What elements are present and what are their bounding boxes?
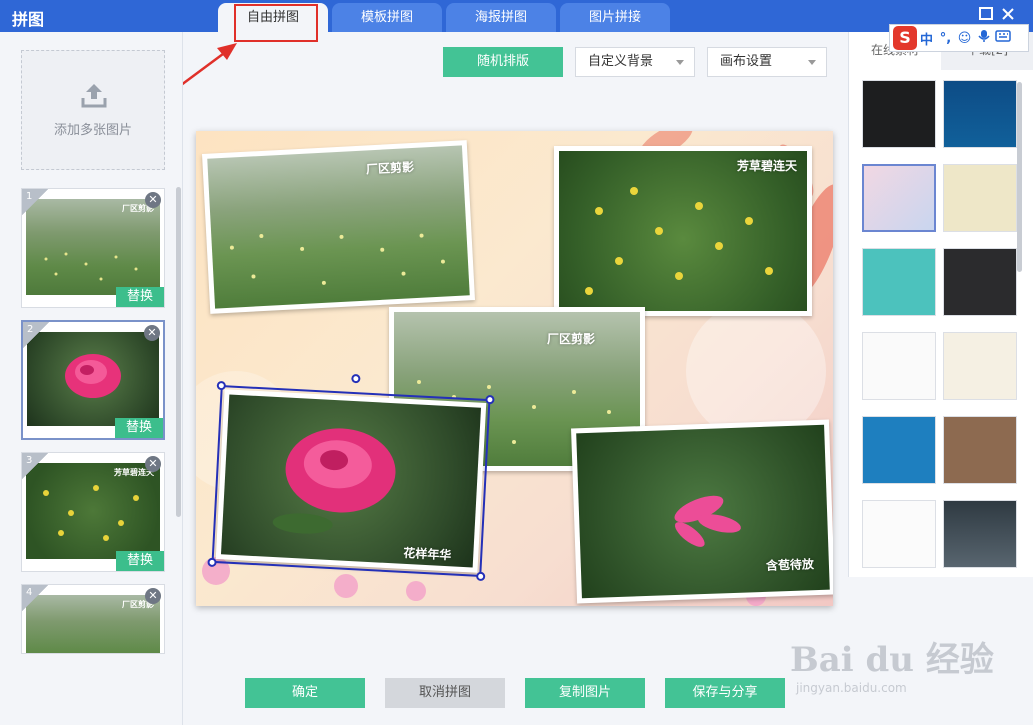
template-thumb[interactable]	[862, 164, 936, 232]
smiley-icon[interactable]: ☺	[955, 31, 974, 46]
thumb-number: 2	[23, 322, 49, 348]
tab-image-stitch[interactable]: 图片拼接	[560, 3, 670, 32]
sogou-logo-icon: S	[893, 26, 917, 50]
close-icon[interactable]: ✕	[144, 325, 160, 341]
right-scrollbar[interactable]	[1017, 82, 1022, 272]
collage-photo-4[interactable]: 花样年华	[207, 373, 495, 582]
save-share-button[interactable]: 保存与分享	[665, 678, 785, 708]
watermark-url: jingyan.baidu.com	[796, 681, 907, 695]
add-images-button[interactable]: 添加多张图片	[21, 50, 165, 170]
mode-tabs: 自由拼图 模板拼图 海报拼图 图片拼接	[218, 3, 674, 32]
resize-handle[interactable]	[216, 380, 227, 391]
close-icon[interactable]: ✕	[145, 456, 161, 472]
thumb-number: 4	[22, 585, 48, 611]
left-scrollbar[interactable]	[176, 187, 181, 517]
input-method-bar[interactable]: S 中 °, ☺	[889, 24, 1029, 52]
app-title: 拼图	[12, 10, 45, 29]
replace-button[interactable]: 替换	[116, 551, 164, 571]
baidu-watermark: Bai du 经验 jingyan.baidu.com	[790, 632, 994, 695]
image-thumb-3[interactable]: 3 芳草碧连天 ✕ 替换	[21, 452, 165, 572]
photo-image: 含苞待放	[576, 424, 830, 599]
template-thumb[interactable]	[862, 500, 936, 568]
photo-caption: 厂区剪影	[547, 332, 596, 346]
template-thumb[interactable]	[862, 80, 936, 148]
microphone-icon[interactable]	[974, 29, 993, 47]
collage-photo-5[interactable]: 含苞待放	[571, 419, 833, 604]
minimize-icon[interactable]	[975, 6, 997, 26]
close-icon[interactable]: ✕	[145, 588, 161, 604]
tab-free-collage[interactable]: 自由拼图	[218, 3, 328, 32]
collage-canvas[interactable]: 厂区剪影 芳草碧连天 厂区剪影 含苞待放 花样年华	[196, 131, 833, 606]
template-thumb[interactable]	[943, 500, 1017, 568]
template-thumb[interactable]	[943, 416, 1017, 484]
keyboard-icon[interactable]	[993, 30, 1012, 46]
add-images-label: 添加多张图片	[53, 123, 132, 138]
selection-frame[interactable]	[207, 373, 495, 582]
canvas-settings-dropdown[interactable]: 画布设置	[707, 47, 827, 77]
image-thumb-1[interactable]: 1 厂区剪影 ✕ 替换	[21, 188, 165, 308]
collage-photo-2[interactable]: 芳草碧连天	[554, 146, 812, 316]
image-thumb-4[interactable]: 4 厂区剪影 ✕	[21, 584, 165, 654]
template-thumb[interactable]	[943, 80, 1017, 148]
ime-punctuation[interactable]: °,	[936, 31, 955, 46]
photo-image: 厂区剪影	[207, 145, 470, 309]
thumb-number: 1	[22, 189, 48, 215]
template-panel: 在线素材 下载[2]	[848, 32, 1033, 577]
photo-image: 芳草碧连天	[559, 151, 807, 311]
chevron-down-icon	[808, 60, 816, 65]
photo-caption: 芳草碧连天	[737, 159, 798, 173]
cancel-collage-button[interactable]: 取消拼图	[385, 678, 505, 708]
custom-background-dropdown[interactable]: 自定义背景	[575, 47, 695, 77]
replace-button[interactable]: 替换	[116, 287, 164, 307]
title-bar: 拼图 自由拼图 模板拼图 海报拼图 图片拼接	[0, 0, 1033, 32]
photo-caption: 含苞待放	[765, 557, 815, 573]
canvas-settings-label: 画布设置	[720, 54, 773, 69]
ime-language[interactable]: 中	[917, 29, 936, 48]
image-thumb-2[interactable]: 2 ✕ 替换	[21, 320, 165, 440]
thumb-number: 3	[22, 453, 48, 479]
template-thumb[interactable]	[862, 248, 936, 316]
random-layout-button[interactable]: 随机排版	[443, 47, 563, 77]
image-list-panel: 添加多张图片 1 厂区剪影 ✕ 替换 2 ✕ 替换 3 芳草碧连天 ✕ 替换 4…	[0, 32, 183, 725]
template-thumb[interactable]	[943, 164, 1017, 232]
template-thumb[interactable]	[862, 416, 936, 484]
template-thumb[interactable]	[943, 248, 1017, 316]
window-controls	[975, 6, 1019, 26]
template-thumb[interactable]	[943, 332, 1017, 400]
replace-button[interactable]: 替换	[115, 418, 163, 438]
template-thumb[interactable]	[862, 332, 936, 400]
close-icon[interactable]: ✕	[145, 192, 161, 208]
photo-caption: 厂区剪影	[365, 159, 415, 177]
copy-image-button[interactable]: 复制图片	[525, 678, 645, 708]
watermark-main: Bai du 经验	[790, 640, 994, 680]
confirm-button[interactable]: 确定	[245, 678, 365, 708]
chevron-down-icon	[676, 60, 684, 65]
tab-poster-collage[interactable]: 海报拼图	[446, 3, 556, 32]
close-icon[interactable]	[997, 6, 1019, 26]
tab-template-collage[interactable]: 模板拼图	[332, 3, 442, 32]
upload-icon	[81, 84, 107, 108]
custom-background-label: 自定义背景	[588, 54, 654, 69]
collage-photo-1[interactable]: 厂区剪影	[201, 140, 476, 314]
